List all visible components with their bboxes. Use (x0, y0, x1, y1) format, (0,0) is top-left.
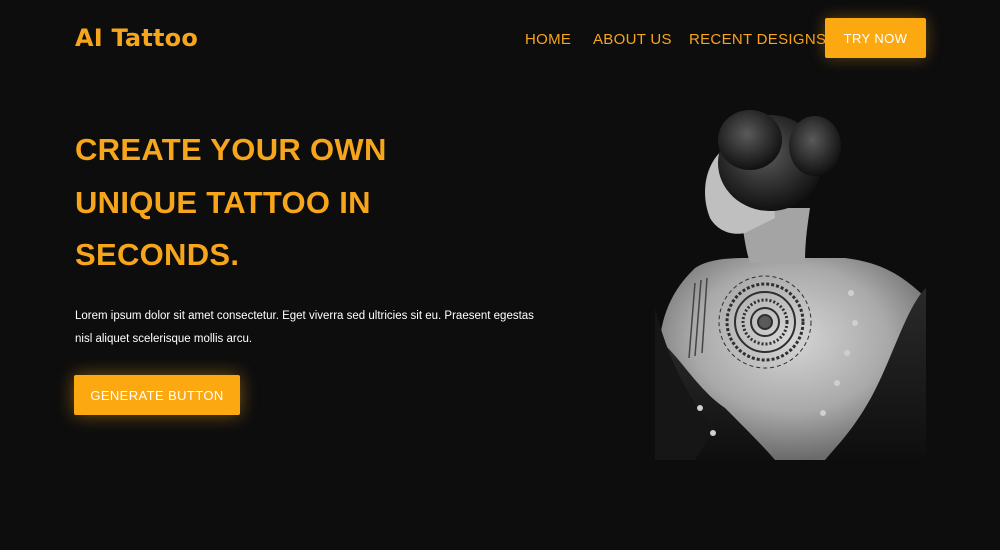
try-now-button[interactable]: TRY NOW (825, 18, 926, 58)
nav-link-recent-designs[interactable]: RECENT DESIGNS (689, 31, 826, 48)
nav-link-about-us[interactable]: ABOUT US (593, 31, 672, 48)
hero-title-line-1: CREATE YOUR OWN (75, 132, 387, 167)
hero-title: CREATE YOUR OWN UNIQUE TATTOO IN SECONDS… (75, 124, 495, 282)
photo-illustration (655, 110, 926, 460)
generate-button[interactable]: GENERATE BUTTON (74, 375, 240, 415)
landing-page: AI Tattoo HOME ABOUT US RECENT DESIGNS T… (0, 0, 1000, 550)
nav-link-home[interactable]: HOME (525, 31, 571, 48)
hero-title-line-2: UNIQUE TATTOO IN (75, 184, 371, 220)
tattooed-woman-photo (655, 108, 926, 460)
main-nav: HOME ABOUT US RECENT DESIGNS TRY NOW (0, 0, 1000, 80)
hero-description: Lorem ipsum dolor sit amet consectetur. … (75, 310, 534, 345)
hero-title-line-3: SECONDS. (75, 237, 240, 272)
